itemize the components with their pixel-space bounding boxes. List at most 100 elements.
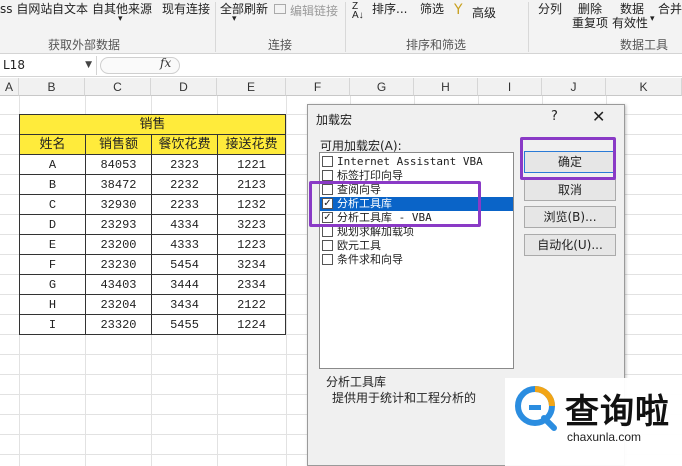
table-cell[interactable]: B [20,175,86,195]
add-in-label: Internet Assistant VBA [337,155,483,168]
table-cell[interactable]: 38472 [86,175,152,195]
table-cell[interactable]: A [20,155,86,175]
table-cell[interactable]: 2232 [152,175,218,195]
column-header-j[interactable]: J [542,78,606,96]
table-cell[interactable]: 1223 [218,235,286,255]
table-title-cell[interactable]: 销售 [20,115,286,135]
add-in-list-item[interactable]: Internet Assistant VBA [320,155,513,169]
column-header-i[interactable]: I [478,78,542,96]
ribbon-refresh-all-button[interactable]: 全部刷新 [220,0,268,17]
checkbox-icon[interactable] [322,254,333,265]
advanced-filter-icon: Y [454,2,463,18]
column-header-h[interactable]: H [414,78,478,96]
table-cell[interactable]: F [20,255,86,275]
chevron-down-icon[interactable]: ▼ [85,56,92,75]
ribbon-consolidate-button[interactable]: 合并 [658,0,682,17]
ribbon-separator [345,2,346,52]
add-in-label: 欧元工具 [337,239,381,252]
table-cell[interactable]: G [20,275,86,295]
ribbon-from-web-button[interactable]: ss 自网站 [0,0,52,17]
ribbon-sort-button[interactable]: 排序... [372,0,407,17]
table-cell[interactable]: 2233 [152,195,218,215]
help-icon[interactable]: ? [551,109,558,124]
table-cell[interactable]: E [20,235,86,255]
formula-bar: L18 ▼ fx [0,55,682,77]
checkbox-icon[interactable] [322,170,333,181]
table-cell[interactable]: 2123 [218,175,286,195]
table-cell[interactable]: 23320 [86,315,152,335]
sort-az-icon[interactable]: Z A↓ [352,2,364,21]
column-header-f[interactable]: F [286,78,350,96]
ribbon-separator [215,2,216,52]
close-icon[interactable]: ✕ [592,107,605,126]
insert-function-icon[interactable]: fx [160,56,171,70]
table-cell[interactable]: 23230 [86,255,152,275]
column-header-g[interactable]: G [350,78,414,96]
ribbon-advanced-button[interactable]: 高级 [472,4,496,21]
table-cell[interactable]: 4333 [152,235,218,255]
add-in-list-item[interactable]: 条件求和向导 [320,253,513,267]
checkbox-icon[interactable] [322,240,333,251]
description-text: 提供用于统计和工程分析的 [332,391,477,405]
ribbon-from-text-button[interactable]: 自文本 [52,0,88,17]
table-header-cell[interactable]: 接送花费 [218,135,286,155]
ribbon-edit-links-button[interactable]: 编辑链接 [290,2,338,19]
ribbon-filter-button[interactable]: 筛选 [420,0,444,17]
chevron-down-icon[interactable]: ▾ [650,14,655,24]
ribbon-group-get-external-data: 获取外部数据 [48,38,121,52]
magnifier-logo-icon [515,386,557,431]
column-header-d[interactable]: D [151,78,217,96]
table-cell[interactable]: 3444 [152,275,218,295]
automation-button[interactable]: 自动化(U)... [524,234,616,256]
table-cell[interactable]: 3434 [152,295,218,315]
table-cell[interactable]: 23204 [86,295,152,315]
ribbon-group-data-tools: 数据工具 [620,38,669,52]
table-cell[interactable]: 4334 [152,215,218,235]
checkbox-icon[interactable] [322,156,333,167]
highlight-box-ok-button [520,137,616,180]
ribbon-text-to-columns-button[interactable]: 分列 [538,0,562,17]
table-cell[interactable]: 1224 [218,315,286,335]
column-header-c[interactable]: C [85,78,151,96]
browse-button[interactable]: 浏览(B)... [524,206,616,228]
table-cell[interactable]: 3234 [218,255,286,275]
table-cell[interactable]: 2323 [152,155,218,175]
table-cell[interactable]: 2334 [218,275,286,295]
add-in-list-item[interactable]: 欧元工具 [320,239,513,253]
table-cell[interactable]: 32930 [86,195,152,215]
chevron-down-icon[interactable]: ▾ [118,14,123,24]
column-header-e[interactable]: E [217,78,286,96]
table-cell[interactable]: 1232 [218,195,286,215]
link-icon [274,4,286,14]
table-cell[interactable]: 5455 [152,315,218,335]
table-cell[interactable]: 43403 [86,275,152,295]
name-box[interactable]: L18 ▼ [0,56,97,75]
add-in-list-item[interactable]: 规划求解加载项 [320,225,513,239]
table-cell[interactable]: 84053 [86,155,152,175]
table-cell[interactable]: 5454 [152,255,218,275]
sales-table: 销售 姓名 销售额 餐饮花费 接送花费 A 84053 2323 1221 B 38472 2232… [19,114,286,335]
ribbon: ss 自网站 自文本 自其他来源 ▾ 现有连接 全部刷新 ▾ 编辑链接 Z A↓ … [0,0,682,54]
cancel-button[interactable]: 取消 [524,179,616,201]
name-box-value: L18 [3,58,25,72]
dialog-title: 加载宏 [316,113,353,127]
table-cell[interactable]: H [20,295,86,315]
table-cell[interactable]: 2122 [218,295,286,315]
table-header-cell[interactable]: 姓名 [20,135,86,155]
table-cell[interactable]: 23200 [86,235,152,255]
table-header-cell[interactable]: 餐饮花费 [152,135,218,155]
checkbox-icon[interactable] [322,226,333,237]
table-cell[interactable]: D [20,215,86,235]
table-cell[interactable]: 3223 [218,215,286,235]
column-header-a[interactable]: A [0,78,19,96]
column-header-k[interactable]: K [606,78,682,96]
table-cell[interactable]: I [20,315,86,335]
table-cell[interactable]: 23293 [86,215,152,235]
table-cell[interactable]: 1221 [218,155,286,175]
ribbon-existing-connections-button[interactable]: 现有连接 [162,0,210,17]
table-cell[interactable]: C [20,195,86,215]
column-header-b[interactable]: B [19,78,85,96]
add-in-label: 条件求和向导 [337,253,403,266]
chevron-down-icon[interactable]: ▾ [232,14,237,24]
table-header-cell[interactable]: 销售额 [86,135,152,155]
